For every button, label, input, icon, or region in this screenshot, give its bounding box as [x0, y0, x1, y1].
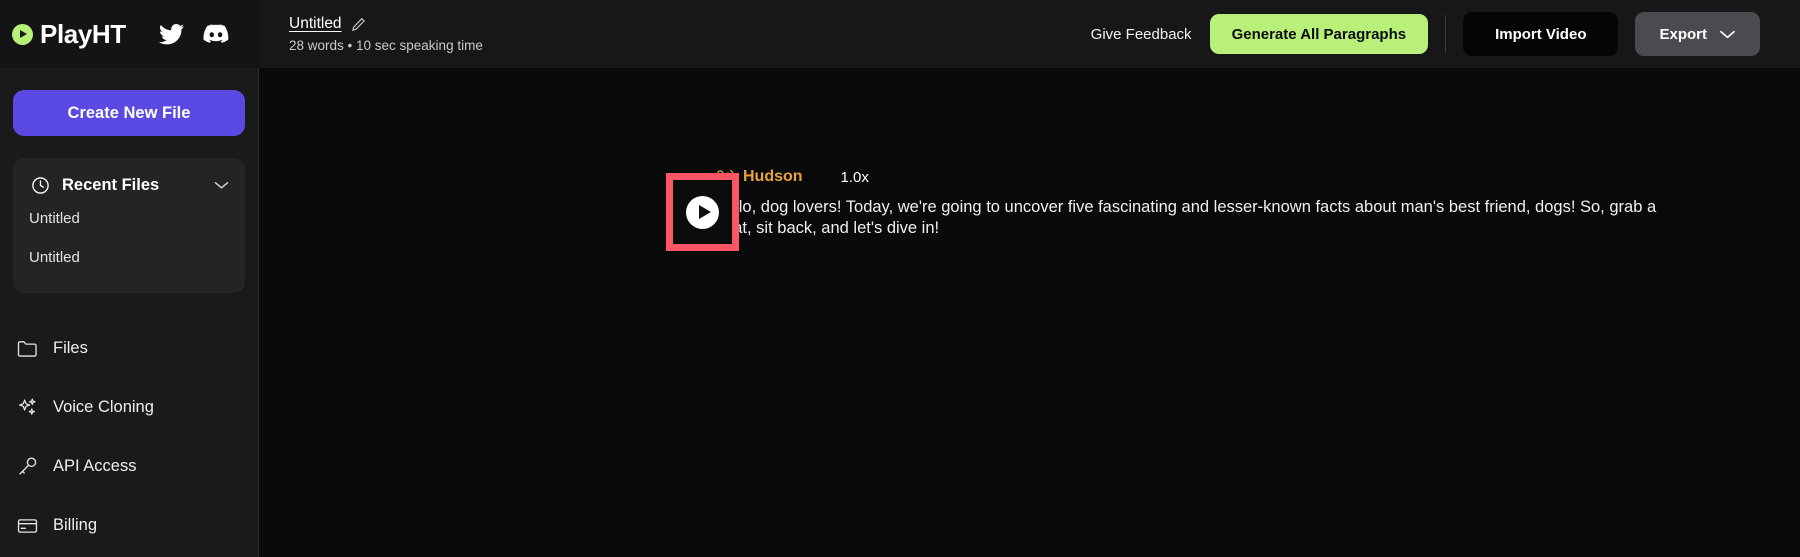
- export-label: Export: [1659, 25, 1707, 43]
- recent-files-title: Recent Files: [62, 176, 160, 194]
- paragraph-text[interactable]: Hello, dog lovers! Today, we're going to…: [714, 197, 1674, 239]
- credit-card-icon: [16, 517, 38, 535]
- playht-logo[interactable]: PlayHT: [12, 19, 126, 50]
- discord-icon[interactable]: [203, 24, 229, 44]
- sidebar-label-billing: Billing: [53, 516, 98, 534]
- editor-canvas: Hudson 1.0x Hello, dog lovers! Today, we…: [259, 68, 1800, 557]
- header-divider: [1445, 15, 1447, 53]
- top-bar: PlayHT Untitled 28 words • 10 sec speaki…: [0, 0, 1800, 68]
- twitter-icon[interactable]: [158, 23, 184, 45]
- document-meta: Untitled 28 words • 10 sec speaking time: [289, 15, 483, 53]
- chevron-down-icon: [1719, 29, 1736, 40]
- sidebar-label-files: Files: [53, 339, 88, 357]
- clock-icon: [29, 176, 51, 195]
- document-subtitle: 28 words • 10 sec speaking time: [289, 38, 483, 53]
- paragraph-block: Hudson 1.0x Hello, dog lovers! Today, we…: [714, 166, 1740, 239]
- sparkles-icon: [16, 397, 38, 418]
- folder-icon: [16, 339, 38, 358]
- create-new-file-button[interactable]: Create New File: [13, 90, 245, 136]
- document-title[interactable]: Untitled: [289, 15, 342, 33]
- export-button[interactable]: Export: [1635, 12, 1760, 56]
- sidebar-item-api-access[interactable]: API Access: [13, 437, 245, 496]
- document-title-row: Untitled: [289, 15, 483, 33]
- recent-files-panel: Recent Files Untitled Untitled: [13, 158, 245, 293]
- playht-app-window: PlayHT Untitled 28 words • 10 sec speaki…: [0, 0, 1800, 557]
- paragraph-header: Hudson 1.0x: [714, 166, 1740, 188]
- brand-name: PlayHT: [40, 18, 126, 49]
- sidebar-label-api-access: API Access: [53, 457, 137, 475]
- sidebar-item-billing[interactable]: Billing: [13, 496, 245, 555]
- chevron-down-icon[interactable]: [214, 181, 229, 190]
- sidebar: Create New File Recent Files Untitled Un…: [0, 68, 259, 557]
- recent-file-item-1[interactable]: Untitled: [13, 238, 245, 277]
- play-circle-icon: [12, 23, 33, 45]
- give-feedback-link[interactable]: Give Feedback: [1073, 26, 1210, 43]
- header-main: Untitled 28 words • 10 sec speaking time…: [259, 0, 1800, 68]
- pencil-edit-icon[interactable]: [351, 17, 366, 32]
- sidebar-nav: Files Voice Cloning API Access Billing: [13, 319, 245, 555]
- paragraph-voice-name[interactable]: Hudson: [743, 168, 803, 186]
- recent-file-item-0[interactable]: Untitled: [13, 199, 245, 238]
- import-video-button[interactable]: Import Video: [1463, 12, 1619, 56]
- paragraph-speed[interactable]: 1.0x: [841, 169, 869, 186]
- recent-files-header[interactable]: Recent Files: [13, 172, 245, 199]
- sidebar-item-files[interactable]: Files: [13, 319, 245, 378]
- sidebar-item-voice-cloning[interactable]: Voice Cloning: [13, 378, 245, 437]
- header-actions: Give Feedback Generate All Paragraphs Im…: [1073, 12, 1760, 56]
- social-links: [158, 23, 229, 45]
- body-row: Create New File Recent Files Untitled Un…: [0, 68, 1800, 557]
- brand-zone: PlayHT: [0, 0, 259, 68]
- generate-all-paragraphs-button[interactable]: Generate All Paragraphs: [1209, 14, 1429, 54]
- key-icon: [16, 456, 38, 477]
- paragraph-play-button[interactable]: [666, 173, 739, 251]
- play-button-icon: [686, 195, 719, 229]
- sidebar-label-voice-cloning: Voice Cloning: [53, 398, 154, 416]
